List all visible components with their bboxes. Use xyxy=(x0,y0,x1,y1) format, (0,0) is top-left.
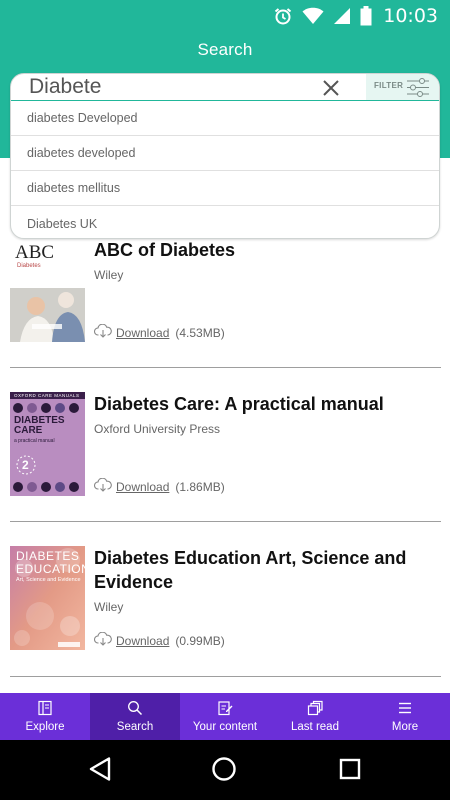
system-nav-bar xyxy=(0,740,450,800)
bottom-nav: Explore Search Your content Last read Mo… xyxy=(0,693,450,740)
nav-your-content[interactable]: Your content xyxy=(180,693,270,740)
nav-explore[interactable]: Explore xyxy=(0,693,90,740)
page-title: Search xyxy=(197,40,253,59)
nav-label: More xyxy=(391,721,419,733)
book-title[interactable]: Diabetes Education Art, Science and Evid… xyxy=(94,546,434,594)
divider xyxy=(10,521,441,522)
filter-button[interactable]: FILTER xyxy=(366,74,439,102)
back-icon[interactable] xyxy=(88,756,112,787)
suggestion-item[interactable]: Diabetes UK xyxy=(11,206,439,238)
app-screen: 10:03 Search FILTER xyxy=(0,0,450,800)
nav-label: Your content xyxy=(192,721,258,733)
status-icons: 10:03 xyxy=(273,5,438,27)
status-bar: 10:03 xyxy=(0,0,450,32)
cloud-download-icon xyxy=(93,323,112,341)
download-link[interactable]: Download xyxy=(116,480,169,494)
download-row: Download (1.86MB) xyxy=(93,477,225,495)
book-list-item[interactable]: ABC Diabetes ABC of Diabetes Wiley Downl… xyxy=(10,238,441,392)
file-size: (0.99MB) xyxy=(175,633,225,648)
cover-heading: ABC xyxy=(15,242,55,263)
edit-note-icon xyxy=(180,700,270,716)
book-list-item[interactable]: OXFORD CARE MANUALS DIABETES CARE a prac… xyxy=(10,392,441,546)
book-title[interactable]: ABC of Diabetes xyxy=(94,238,434,262)
download-row: Download (0.99MB) xyxy=(93,631,225,649)
nav-more[interactable]: More xyxy=(360,693,450,740)
nav-label: Search xyxy=(116,721,154,733)
signal-icon xyxy=(333,7,351,25)
cover-series: OXFORD CARE MANUALS xyxy=(14,393,80,398)
cover-subheading: a practical manual xyxy=(14,438,55,444)
file-size: (4.53MB) xyxy=(175,325,225,340)
download-link[interactable]: Download xyxy=(116,326,169,340)
search-card: FILTER diabetes Developed diabetes devel… xyxy=(10,73,440,239)
stacked-pages-icon xyxy=(270,700,360,716)
recents-icon[interactable] xyxy=(339,758,361,785)
cover-edition: 2 xyxy=(22,458,29,472)
book-publisher: Wiley xyxy=(94,268,124,282)
nav-label: Explore xyxy=(25,721,65,733)
cover-heading: CARE xyxy=(14,425,43,436)
clear-search-button[interactable] xyxy=(320,77,342,99)
book-cover-diabetes-education[interactable]: DIABETES EDUCATION Art, Science and Evid… xyxy=(10,546,85,650)
nav-search[interactable]: Search xyxy=(90,693,180,740)
cover-subheading: Art, Science and Evidence xyxy=(16,577,81,583)
suggestion-item[interactable]: diabetes mellitus xyxy=(11,171,439,206)
divider xyxy=(10,367,441,368)
suggestion-item[interactable]: diabetes developed xyxy=(11,136,439,171)
close-icon xyxy=(323,80,339,96)
search-icon xyxy=(90,700,180,716)
clock: 10:03 xyxy=(383,5,438,27)
wifi-icon xyxy=(302,7,324,25)
file-size: (1.86MB) xyxy=(175,479,225,494)
book-publisher: Oxford University Press xyxy=(94,422,221,436)
book-cover-diabetes-care[interactable]: OXFORD CARE MANUALS DIABETES CARE a prac… xyxy=(10,392,85,496)
book-publisher: Wiley xyxy=(94,600,124,614)
sliders-icon xyxy=(406,78,430,102)
download-link[interactable]: Download xyxy=(116,634,169,648)
suggestion-item[interactable]: diabetes Developed xyxy=(11,101,439,136)
book-icon xyxy=(0,700,90,716)
download-row: Download (4.53MB) xyxy=(93,323,225,341)
cover-heading: EDUCATION xyxy=(16,562,85,576)
cover-heading: DIABETES xyxy=(16,549,80,563)
search-input[interactable] xyxy=(29,74,319,100)
book-cover-abc-of-diabetes[interactable]: ABC Diabetes xyxy=(10,238,85,342)
battery-icon xyxy=(360,6,372,26)
book-title[interactable]: Diabetes Care: A practical manual xyxy=(94,392,434,416)
cloud-download-icon xyxy=(93,477,112,495)
search-row: FILTER xyxy=(11,74,439,101)
cloud-download-icon xyxy=(93,631,112,649)
home-icon[interactable] xyxy=(211,756,237,787)
alarm-icon xyxy=(273,6,293,26)
divider xyxy=(10,676,441,677)
nav-last-read[interactable]: Last read xyxy=(270,693,360,740)
menu-icon xyxy=(360,700,450,716)
filter-label: FILTER xyxy=(374,81,404,90)
cover-subheading: Diabetes xyxy=(17,263,41,269)
nav-label: Last read xyxy=(291,721,339,733)
